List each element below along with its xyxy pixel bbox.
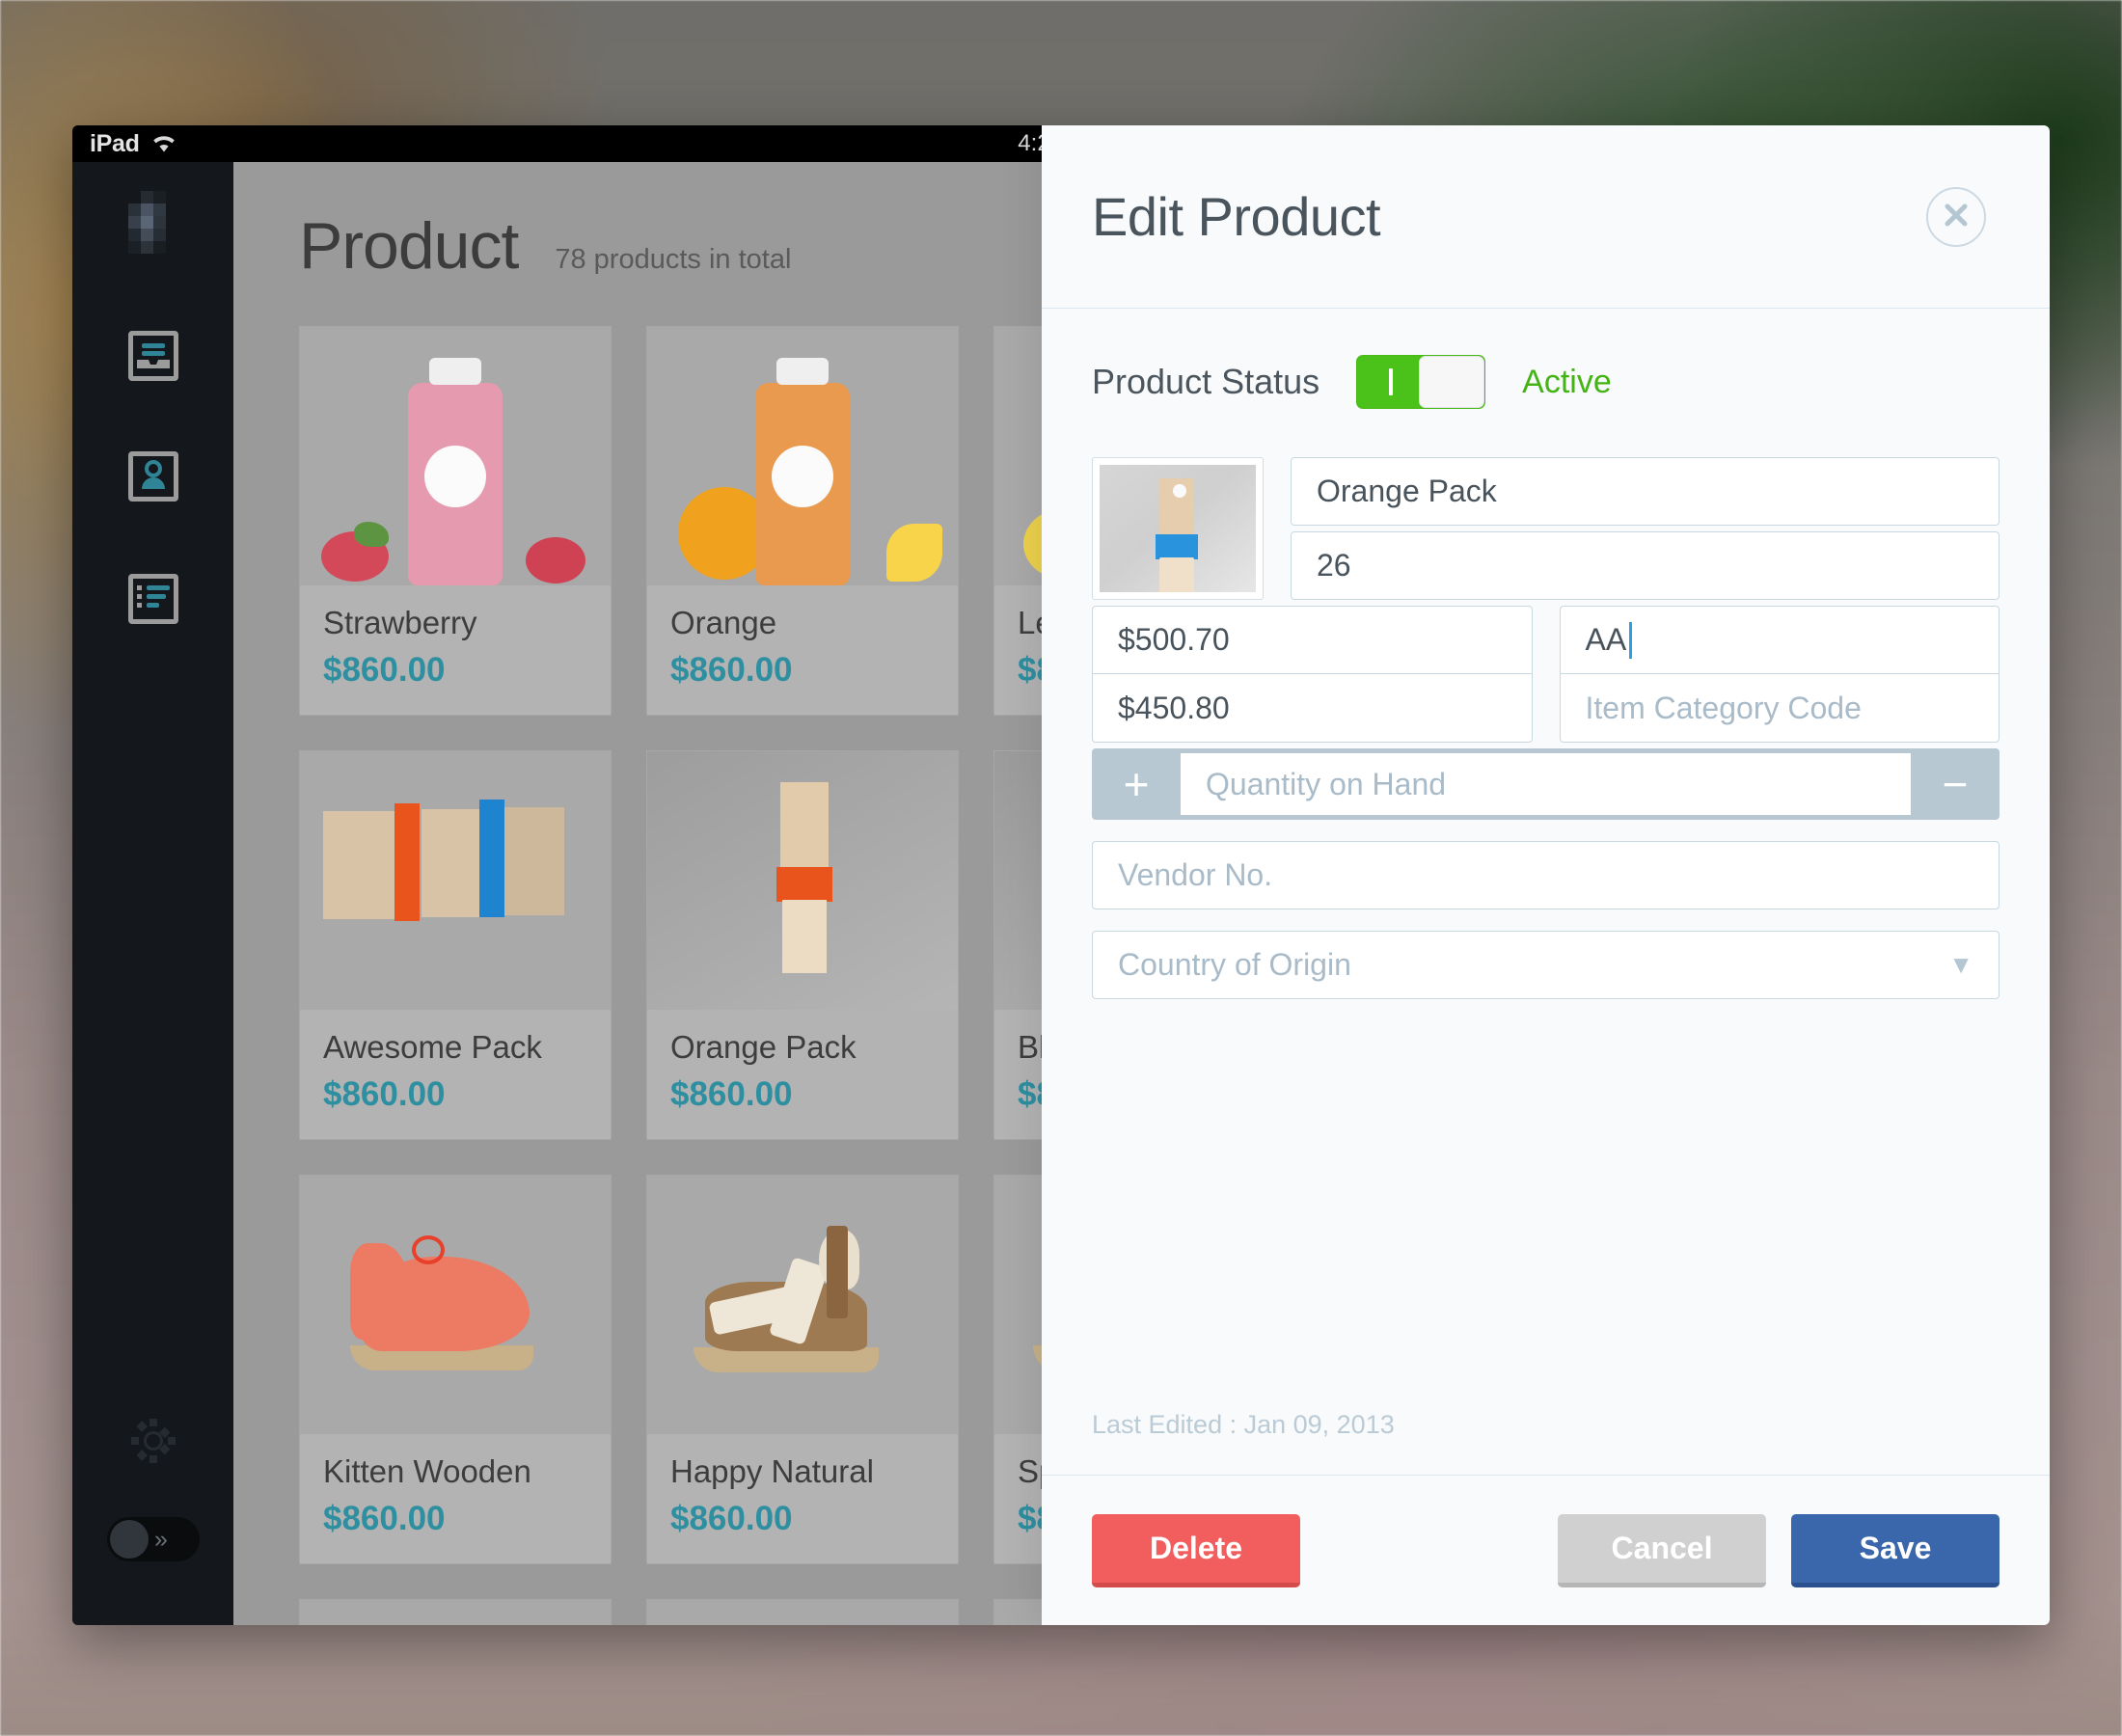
price-column: $500.70 $450.80 [1092,606,1533,743]
product-status-row: Product Status Active [1092,355,2000,409]
inbox-tray-icon [136,339,170,373]
product-info: Orange $860.00 [647,585,958,715]
product-name: Awesome Pack [323,1029,542,1065]
nav-contacts[interactable] [127,451,178,502]
modal-body: Product Status Active Orange Pack 26 $50… [1042,309,2050,1475]
product-status-toggle[interactable] [1356,355,1486,409]
product-image [647,1176,958,1434]
product-card[interactable]: Kitten Wooden $860.00 [299,1175,612,1564]
product-no-input[interactable]: 26 [1291,531,2000,600]
product-name: Kitten Wooden [323,1453,531,1489]
product-price: $860.00 [670,651,793,689]
product-price: $860.00 [670,1500,793,1537]
product-status-value: Active [1522,363,1612,400]
product-info: Orange Pack $860.00 [647,1010,958,1139]
product-name-input[interactable]: Orange Pack [1291,457,2000,526]
text-cursor [1629,621,1633,659]
settings-button[interactable] [128,1416,178,1471]
app-logo [72,191,233,254]
quantity-decrease-button[interactable]: − [1911,748,2000,820]
page-title: Product [299,209,519,283]
category-column: AA Item Category Code [1559,606,2000,743]
ipad-device-frame: iPad 4:20 PM [72,125,2050,1625]
delete-button[interactable]: Delete [1092,1513,1300,1587]
toggle-knob [110,1520,149,1559]
product-image [647,1600,958,1625]
item-group-code-value: AA [1585,622,1627,657]
product-price: $860.00 [323,1075,446,1113]
product-price: $860.00 [323,1500,446,1537]
product-image [300,1600,611,1625]
product-info: Happy Natural $860.00 [647,1434,958,1563]
nav-list[interactable] [127,574,178,624]
product-card[interactable]: Orange Pack $860.00 [646,750,959,1140]
product-image [647,327,958,585]
product-image [647,751,958,1010]
quantity-on-hand-input[interactable]: Quantity on Hand [1181,753,1911,815]
quantity-increase-button[interactable]: + [1092,748,1181,820]
last-edited-label: Last Edited : Jan 09, 2013 [1092,1410,1395,1439]
double-chevron-right-icon: » [154,1525,168,1553]
name-no-fields: Orange Pack 26 [1291,457,2000,600]
quantity-stepper: + Quantity on Hand − [1092,748,2000,820]
product-thumbnail[interactable] [1092,457,1264,600]
save-button[interactable]: Save [1791,1513,2000,1587]
unit-price-input[interactable]: $500.70 [1092,606,1533,674]
gear-icon [128,1419,178,1470]
country-of-origin-value: Country of Origin [1118,947,1351,982]
toggle-on-marker [1389,368,1394,395]
product-card[interactable]: Orange $860.00 [646,326,959,716]
vendor-no-input[interactable]: Vendor No. [1092,841,2000,909]
sidebar-nav: » [72,162,233,1625]
close-button[interactable] [1926,186,1986,247]
price-category-row: $500.70 $450.80 AA Item Category Code [1092,606,2000,743]
toggle-knob [1419,356,1485,408]
cancel-button[interactable]: Cancel [1558,1513,1766,1587]
nav-inbox[interactable] [127,331,178,381]
product-price: $860.00 [323,651,446,689]
product-name: Happy Natural [670,1453,874,1489]
product-price: $860.00 [670,1075,793,1113]
item-category-code-input[interactable]: Item Category Code [1559,674,2000,743]
product-image [300,751,611,1010]
unit-cost-input[interactable]: $450.80 [1092,674,1533,743]
product-card[interactable]: Awesome Pack $860.00 [299,750,612,1140]
product-info: Kitten Wooden $860.00 [300,1434,611,1563]
product-card[interactable] [646,1599,959,1625]
list-items-icon [136,583,170,615]
name-and-thumb-row: Orange Pack 26 [1092,457,2000,600]
product-name: Orange Pack [670,1029,857,1065]
product-name: Orange [670,605,777,640]
country-of-origin-select[interactable]: Country of Origin ▼ [1092,931,2000,999]
product-count-label: 78 products in total [555,244,792,275]
chevron-down-icon: ▼ [1948,950,1973,979]
footer-actions: Cancel Save [1558,1513,2000,1587]
contact-person-icon [139,459,168,495]
sidebar-collapse-toggle[interactable]: » [107,1517,200,1561]
modal-footer: Delete Cancel Save [1042,1475,2050,1625]
product-card[interactable] [299,1599,612,1625]
product-image [300,327,611,585]
edit-product-modal: Edit Product Product Status Active Orang… [1042,125,2050,1625]
product-card[interactable]: Happy Natural $860.00 [646,1175,959,1564]
product-image [300,1176,611,1434]
modal-header: Edit Product [1042,125,2050,309]
item-group-code-input[interactable]: AA [1559,606,2000,674]
product-card[interactable]: Strawberry $860.00 [299,326,612,716]
product-name: Strawberry [323,605,477,640]
product-info: Strawberry $860.00 [300,585,611,715]
close-x-icon [1943,202,1970,231]
product-info: Awesome Pack $860.00 [300,1010,611,1139]
product-status-label: Product Status [1092,362,1320,401]
modal-title: Edit Product [1092,186,1381,247]
